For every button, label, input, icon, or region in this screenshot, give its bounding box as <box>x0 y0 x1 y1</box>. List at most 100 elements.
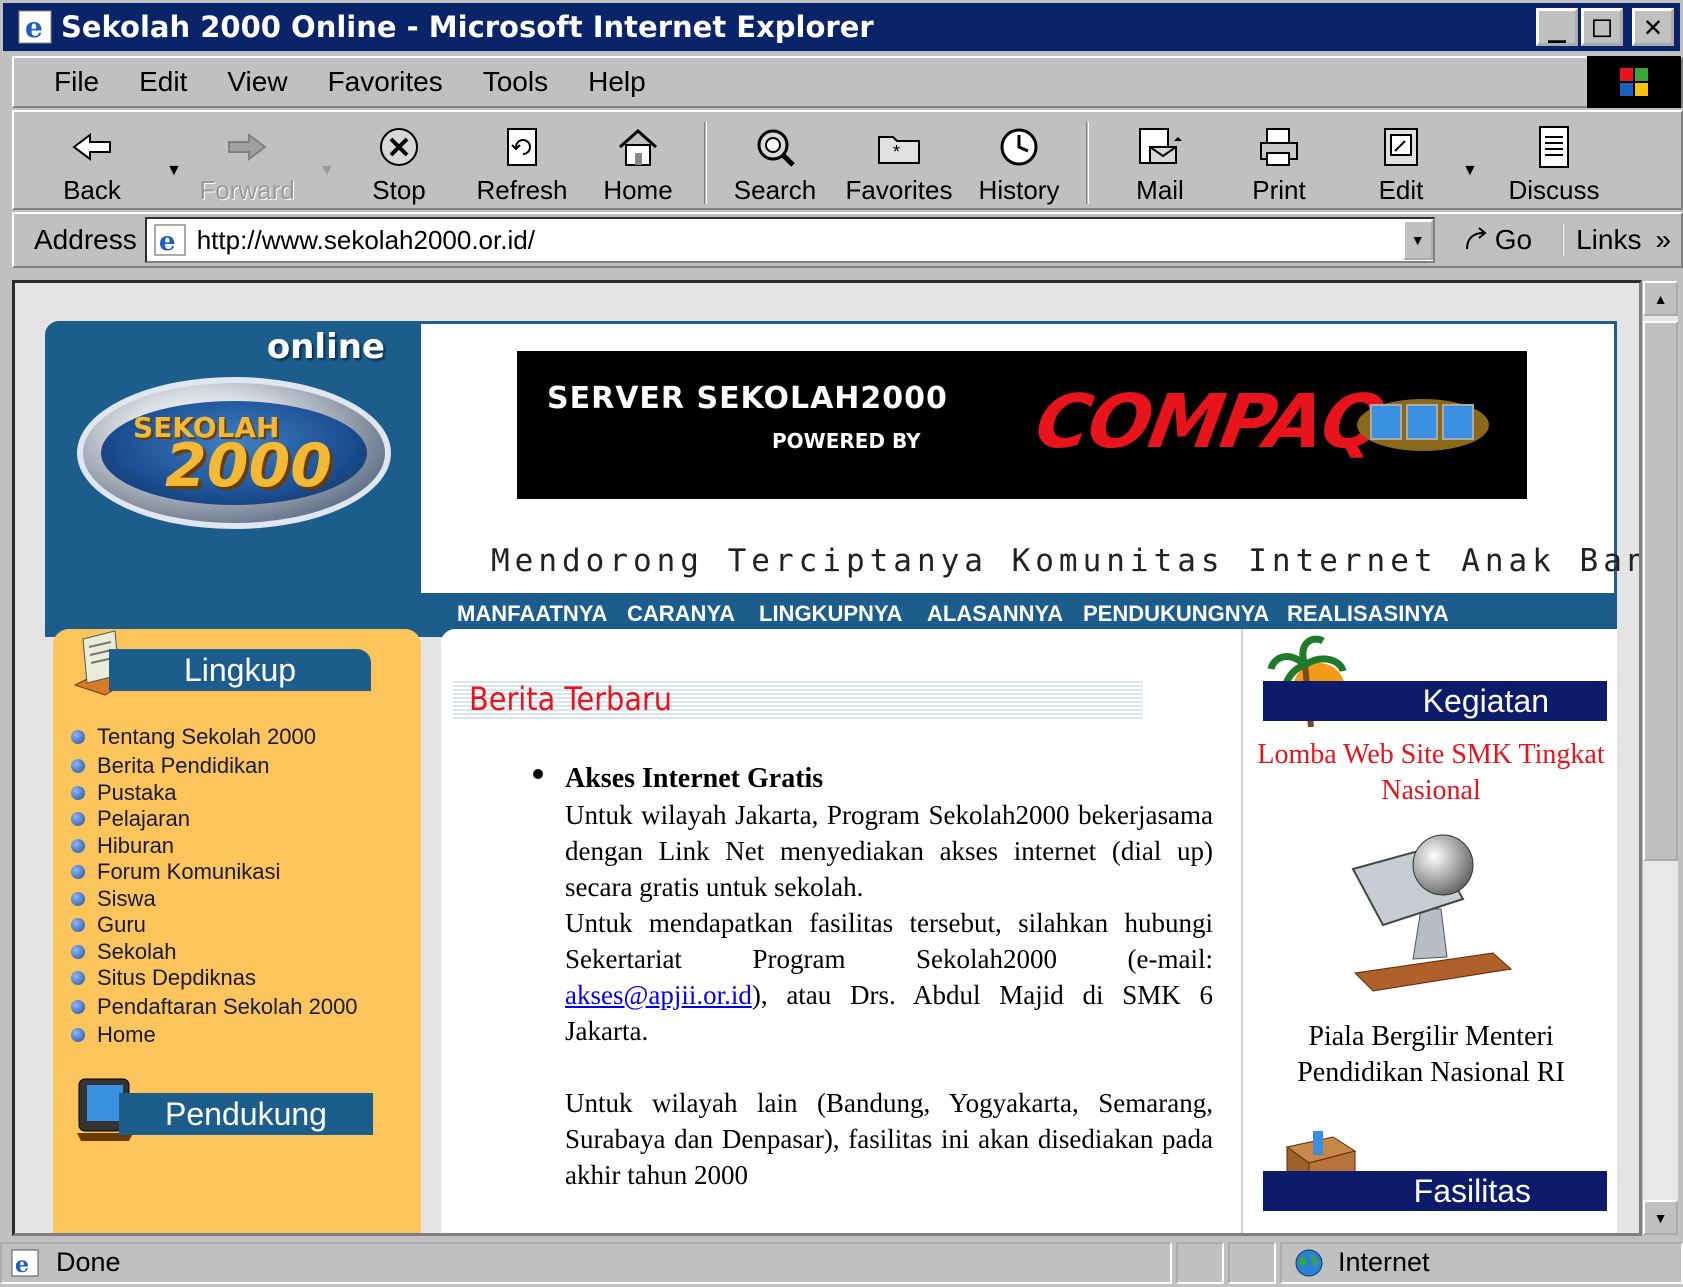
server-monitors-icon <box>1357 399 1489 451</box>
address-dropdown-icon[interactable]: ▼ <box>1402 220 1433 260</box>
home-button[interactable]: Home <box>598 118 678 206</box>
nav-manfaatnya[interactable]: MANFAATNYA <box>457 601 607 627</box>
link-forum-komunikasi[interactable]: Forum Komunikasi <box>71 859 358 886</box>
scroll-down-icon[interactable]: ▼ <box>1643 1200 1678 1235</box>
bullet-icon <box>71 785 85 800</box>
toolbar-separator <box>704 122 707 204</box>
favorites-button[interactable]: * Favorites <box>844 118 954 206</box>
nav-realisasinya[interactable]: REALISASINYA <box>1287 601 1449 627</box>
refresh-icon <box>507 128 537 166</box>
link-home[interactable]: Home <box>71 1022 358 1049</box>
close-icon: ✕ <box>1643 9 1663 44</box>
bullet-icon <box>71 838 85 853</box>
lingkup-links: Tentang Sekolah 2000 Berita Pendidikan P… <box>71 721 358 1048</box>
history-clock-icon <box>1000 128 1038 166</box>
compaq-banner[interactable]: SERVER SEKOLAH2000 POWERED BY COMPAQ <box>517 351 1527 499</box>
security-zone[interactable]: Internet <box>1280 1241 1683 1284</box>
status-text: Done <box>56 1247 121 1277</box>
forward-dropdown-icon[interactable]: ▼ <box>319 162 335 180</box>
address-bar: Address e http://www.sekolah2000.or.id/ … <box>12 212 1683 268</box>
close-button[interactable]: ✕ <box>1632 8 1674 46</box>
forward-arrow-icon <box>228 133 267 161</box>
forward-button[interactable]: Forward <box>199 118 295 206</box>
scroll-up-icon[interactable]: ▲ <box>1643 281 1678 316</box>
mail-button[interactable]: Mail <box>1120 118 1200 206</box>
mail-icon <box>1139 128 1182 164</box>
menu-view[interactable]: View <box>227 66 287 98</box>
vertical-scrollbar[interactable]: ▲ ▼ <box>1642 280 1679 1236</box>
zone-label: Internet <box>1338 1247 1430 1277</box>
link-sekolah[interactable]: Sekolah <box>71 939 358 966</box>
back-dropdown-icon[interactable]: ▼ <box>166 162 182 180</box>
title-bar: e Sekolah 2000 Online - Microsoft Intern… <box>0 0 1683 54</box>
nav-alasannya[interactable]: ALASANNYA <box>927 601 1063 627</box>
go-arrow-icon <box>1465 227 1487 250</box>
menu-favorites[interactable]: Favorites <box>328 66 443 98</box>
search-button[interactable]: Search <box>730 118 820 206</box>
bullet-icon <box>71 759 85 774</box>
svg-text:e: e <box>25 11 43 44</box>
back-arrow-icon <box>72 133 111 161</box>
menu-tools[interactable]: Tools <box>483 66 548 98</box>
bullet-icon <box>71 944 85 959</box>
address-input[interactable]: e http://www.sekolah2000.or.id/ ▼ <box>144 217 1435 263</box>
section-lingkup: Lingkup <box>109 649 371 691</box>
minimize-icon: _ <box>1547 9 1567 44</box>
nav-lingkupnya[interactable]: LINGKUPNYA <box>759 601 902 627</box>
menu-edit[interactable]: Edit <box>139 66 187 98</box>
menu-bar: File Edit View Favorites Tools Help <box>12 56 1683 108</box>
history-button[interactable]: History <box>974 118 1064 206</box>
bullet-icon <box>71 891 85 906</box>
discuss-icon <box>1539 126 1569 168</box>
print-button[interactable]: Print <box>1244 118 1314 206</box>
scroll-thumb[interactable] <box>1643 321 1678 861</box>
discuss-button[interactable]: Discuss <box>1494 118 1614 206</box>
right-sidebar: Kegiatan Lomba Web Site SMK Tingkat Nasi… <box>1241 629 1619 1233</box>
nav-caranya[interactable]: CARANYA <box>627 601 735 627</box>
bullet-icon <box>71 918 85 933</box>
address-url: http://www.sekolah2000.or.id/ <box>196 224 535 255</box>
lomba-web-site-link[interactable]: Lomba Web Site SMK Tingkat Nasional <box>1243 737 1619 809</box>
minimize-button[interactable]: _ <box>1536 8 1578 46</box>
news-heading: Berita Terbaru <box>453 679 1143 719</box>
link-pelajaran[interactable]: Pelajaran <box>71 806 358 833</box>
link-siswa[interactable]: Siswa <box>71 886 358 913</box>
menu-file[interactable]: File <box>54 66 99 98</box>
bullet-icon <box>71 971 85 986</box>
globe-icon <box>1295 1249 1323 1276</box>
status-pane-empty <box>1228 1241 1276 1284</box>
website: online SEKOLAH 2000 SERVER SEKOLAH2000 P… <box>45 321 1639 1233</box>
trophy-icon <box>1351 834 1513 992</box>
edit-button[interactable]: Edit <box>1366 118 1436 206</box>
bullet-icon <box>71 1027 85 1042</box>
page-done-icon: e <box>11 1249 39 1278</box>
link-situs-depdiknas[interactable]: Situs Depdiknas <box>71 965 358 992</box>
menu-help[interactable]: Help <box>588 66 646 98</box>
link-pustaka[interactable]: Pustaka <box>71 780 358 807</box>
refresh-button[interactable]: Refresh <box>472 118 572 206</box>
stop-icon <box>380 128 418 166</box>
link-tentang-sekolah-2000[interactable]: Tentang Sekolah 2000 <box>71 721 358 753</box>
section-fasilitas: Fasilitas <box>1263 1171 1607 1211</box>
edit-page-icon <box>1384 128 1418 166</box>
link-guru[interactable]: Guru <box>71 912 358 939</box>
back-button[interactable]: Back <box>62 118 122 206</box>
site-logo[interactable]: online SEKOLAH 2000 <box>45 321 421 593</box>
status-text-pane: e Done <box>0 1241 1172 1284</box>
stop-button[interactable]: Stop <box>364 118 434 206</box>
printer-icon <box>1260 128 1298 166</box>
svg-text:*: * <box>893 142 900 162</box>
edit-dropdown-icon[interactable]: ▼ <box>1462 162 1478 180</box>
section-kegiatan: Kegiatan <box>1263 681 1607 721</box>
maximize-button[interactable]: □ <box>1581 8 1623 46</box>
bullet-icon <box>71 812 85 827</box>
email-link[interactable]: akses@apjii.or.id <box>565 980 752 1010</box>
link-pendaftaran-sekolah-2000[interactable]: Pendaftaran Sekolah 2000 <box>71 992 358 1022</box>
link-berita-pendidikan[interactable]: Berita Pendidikan <box>71 753 358 780</box>
nav-pendukungnya[interactable]: PENDUKUNGNYA <box>1083 601 1269 627</box>
go-button[interactable]: Go <box>1461 224 1532 256</box>
links-button[interactable]: Links » <box>1562 224 1671 256</box>
news-item: Akses Internet Gratis Untuk wilayah Jaka… <box>565 761 1213 1193</box>
status-pane-empty <box>1176 1241 1224 1284</box>
link-hiburan[interactable]: Hiburan <box>71 833 358 860</box>
